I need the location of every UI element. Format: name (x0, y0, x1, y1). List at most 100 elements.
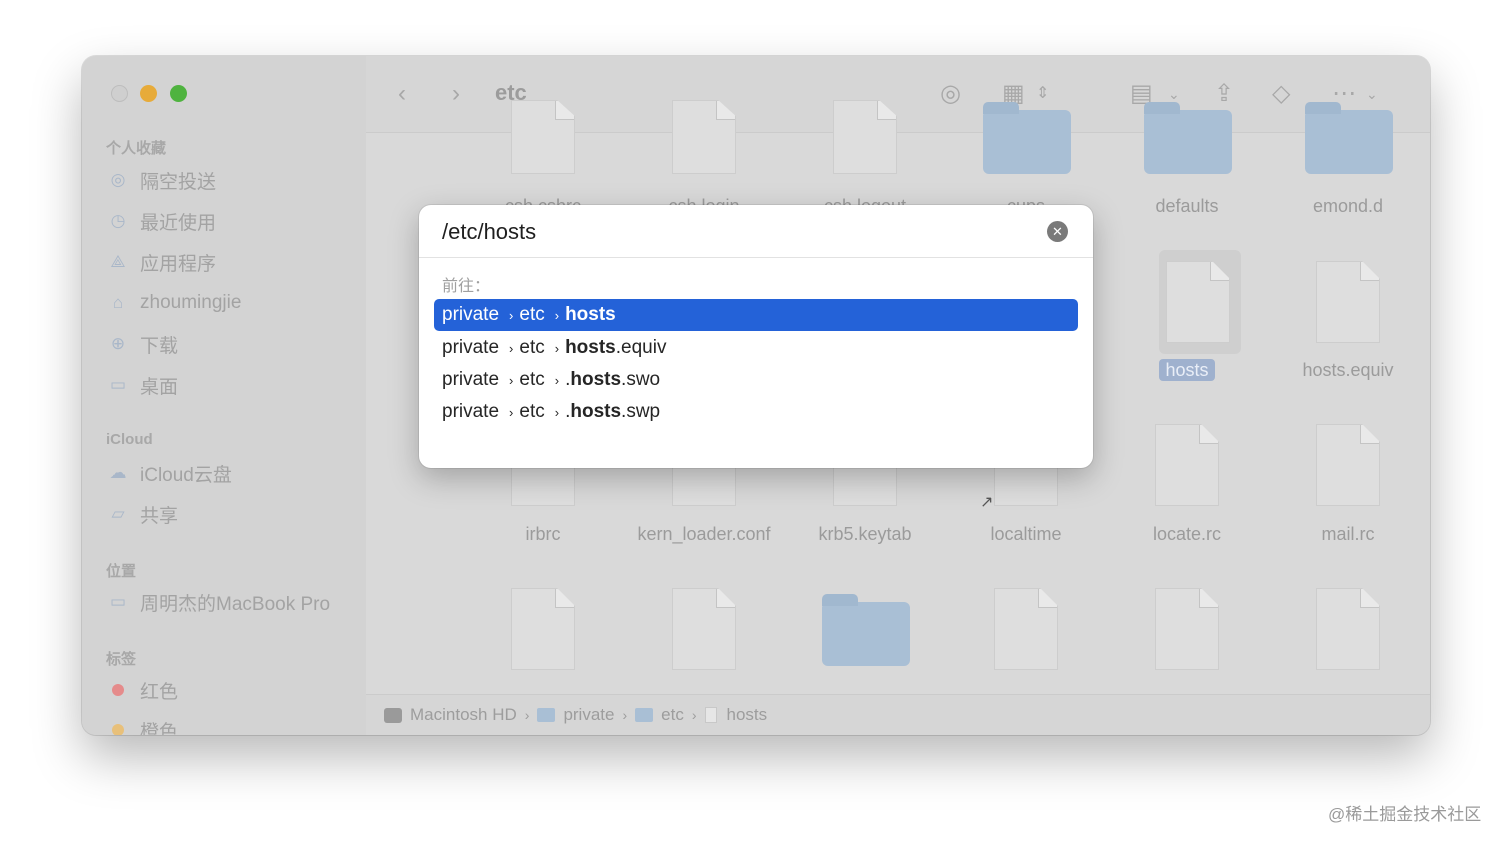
desktop-icon: ▭ (109, 375, 127, 394)
folder-icon[interactable] (822, 594, 910, 666)
alias-arrow-icon: ↗ (980, 494, 994, 511)
chevron-right-icon: › (554, 404, 560, 420)
path-separator-icon: › (691, 707, 697, 723)
filename-suffix: .swp (621, 401, 661, 422)
sidebar-item-macbook[interactable]: ▭ 周明杰的MacBook Pro (106, 588, 330, 616)
suggestion-row[interactable]: private › etc › . hosts .swo (434, 364, 1078, 396)
sidebar-section-tags: 标签 (106, 651, 137, 668)
chevron-right-icon: › (509, 307, 514, 323)
filename-match: hosts (565, 304, 616, 325)
sidebar-section-icloud: iCloud (106, 431, 153, 448)
sidebar-item-tag-orange[interactable]: 橙色 (106, 716, 178, 735)
sidebar-section-locations: 位置 (106, 563, 137, 580)
sidebar-section-favorites: 个人收藏 (106, 140, 167, 157)
tag-icon[interactable]: ◇ (1272, 80, 1290, 108)
sidebar-item-label: 隔空投送 (140, 171, 217, 193)
file-icon[interactable] (1316, 424, 1380, 506)
clear-input-button[interactable]: ✕ (1047, 221, 1068, 242)
sidebar-item-downloads[interactable]: ⊕ 下载 (106, 330, 178, 358)
sidebar-item-label: 下载 (140, 335, 179, 357)
sidebar-item-shared[interactable]: ▱ 共享 (106, 500, 178, 528)
filename-match: hosts (570, 401, 622, 422)
folder-icon[interactable] (983, 102, 1071, 174)
filename-match: hosts (570, 369, 622, 390)
divider (419, 257, 1093, 258)
file-label[interactable]: defaults (1112, 196, 1262, 217)
file-label[interactable]: irbrc (468, 524, 618, 545)
sidebar-item-recents[interactable]: ◷ 最近使用 (106, 207, 216, 235)
sidebar-item-tag-red[interactable]: 红色 (106, 676, 178, 704)
file-icon[interactable] (1155, 588, 1219, 670)
file-icon[interactable] (994, 588, 1058, 670)
file-icon[interactable] (672, 588, 736, 670)
share-icon[interactable]: ⇪ (1214, 80, 1234, 108)
sidebar: 个人收藏 ◎ 隔空投送 ◷ 最近使用 ⟁ 应用程序 ⌂ zhoumingjie … (82, 56, 366, 735)
suggestion-row[interactable]: private › etc › hosts (434, 299, 1078, 331)
file-icon[interactable] (672, 100, 736, 174)
airdrop-icon[interactable]: ◎ (940, 80, 961, 108)
sidebar-item-label: 橙色 (140, 721, 179, 736)
sidebar-item-label: zhoumingjie (140, 292, 242, 313)
file-icon[interactable] (1316, 261, 1380, 343)
watermark: @稀土掘金技术社区 (1328, 805, 1482, 824)
sidebar-item-home[interactable]: ⌂ zhoumingjie (106, 289, 242, 317)
sidebar-item-applications[interactable]: ⟁ 应用程序 (106, 248, 216, 276)
path-item-etc[interactable]: etc (635, 705, 684, 725)
chevron-down-icon[interactable]: ⌄ (1366, 80, 1378, 108)
path-item-hosts[interactable]: hosts (704, 705, 767, 725)
file-label-selected[interactable]: hosts (1112, 359, 1262, 381)
go-to-folder-dialog: /etc/hosts ✕ 前往： private › etc › hosts p… (419, 205, 1093, 468)
suggestion-row[interactable]: private › etc › . hosts .swp (434, 396, 1078, 428)
path-segment: etc (519, 304, 545, 325)
file-label[interactable]: hosts.equiv (1273, 360, 1423, 381)
file-icon[interactable] (1316, 588, 1380, 670)
sidebar-item-airdrop[interactable]: ◎ 隔空投送 (106, 166, 216, 194)
minimize-window-button[interactable] (140, 85, 157, 102)
file-label[interactable]: krb5.keytab (790, 524, 940, 545)
file-icon[interactable] (1155, 424, 1219, 506)
document-icon (704, 707, 717, 723)
cloud-icon: ☁ (109, 463, 127, 482)
file-label[interactable]: kern_loader.conf (629, 524, 779, 545)
path-separator-icon: › (524, 707, 530, 723)
sidebar-item-label: iCloud云盘 (140, 464, 232, 486)
folder-icon[interactable] (1144, 102, 1232, 174)
folder-icon[interactable] (1305, 102, 1393, 174)
file-icon[interactable] (511, 588, 575, 670)
filename-suffix: .equiv (615, 337, 667, 358)
filename-match: hosts (565, 337, 616, 358)
path-segment: etc (519, 337, 545, 358)
file-label[interactable]: mail.rc (1273, 524, 1423, 545)
sidebar-item-label: 桌面 (140, 376, 179, 398)
path-item-disk[interactable]: Macintosh HD (384, 705, 517, 725)
chevron-updown-icon[interactable]: ⇕ (1036, 80, 1049, 108)
sidebar-item-label: 最近使用 (140, 212, 217, 234)
path-segment: etc (519, 369, 545, 390)
file-icon[interactable] (833, 100, 897, 174)
goto-label: 前往： (442, 278, 491, 295)
suggestion-row[interactable]: private › etc › hosts .equiv (434, 332, 1078, 364)
applications-icon: ⟁ (110, 252, 126, 271)
folder-icon (537, 708, 556, 722)
selected-file-label[interactable]: hosts (1159, 359, 1215, 381)
file-label[interactable]: emond.d (1273, 196, 1423, 217)
chevron-right-icon: › (509, 340, 514, 356)
path-label: private (563, 705, 615, 724)
back-icon[interactable]: ‹ (398, 80, 406, 108)
file-label[interactable]: localtime (951, 524, 1101, 545)
chevron-right-icon: › (554, 340, 560, 356)
file-icon[interactable] (511, 100, 575, 174)
close-window-button[interactable] (111, 85, 128, 102)
path-segment: private (442, 337, 500, 358)
forward-icon[interactable]: › (452, 80, 460, 108)
path-input[interactable]: /etc/hosts (442, 219, 536, 245)
maximize-window-button[interactable] (170, 85, 187, 102)
path-item-private[interactable]: private (537, 705, 614, 725)
file-icon[interactable] (1166, 261, 1230, 343)
chevron-right-icon: › (554, 307, 560, 323)
download-icon: ⊕ (110, 334, 126, 353)
hard-drive-icon (384, 707, 402, 723)
sidebar-item-desktop[interactable]: ▭ 桌面 (106, 371, 178, 399)
file-label[interactable]: locate.rc (1112, 524, 1262, 545)
sidebar-item-icloud-drive[interactable]: ☁ iCloud云盘 (106, 459, 232, 487)
